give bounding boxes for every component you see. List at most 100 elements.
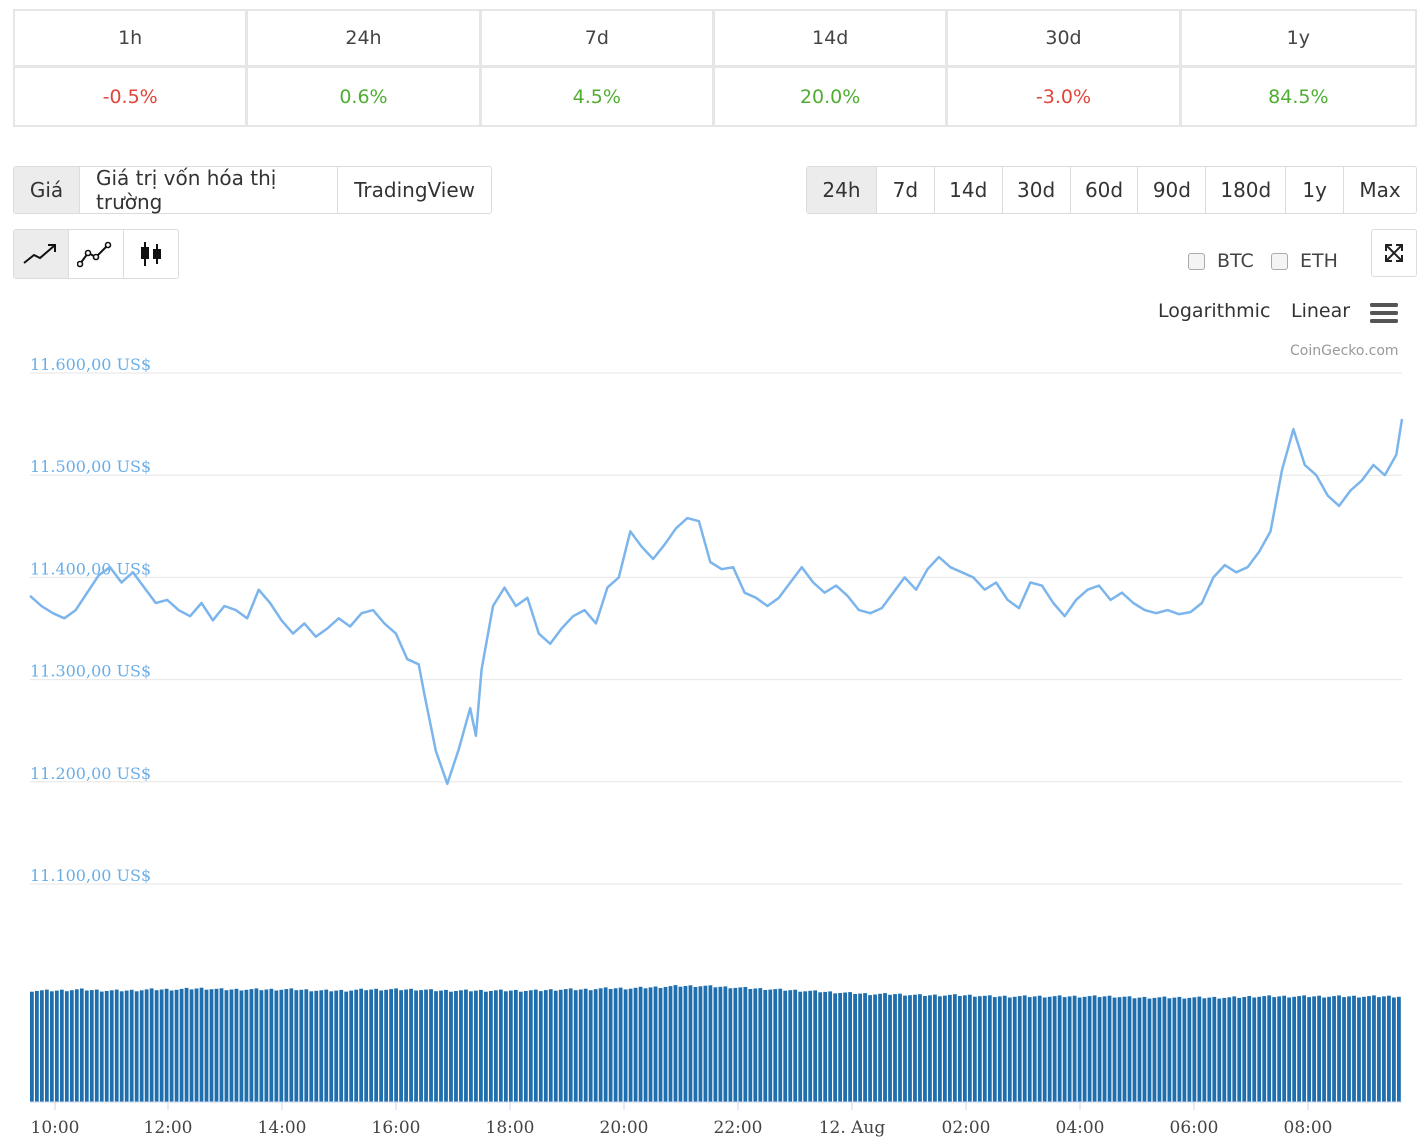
volume-bar <box>1367 996 1371 1102</box>
volume-bar <box>738 987 743 1102</box>
volume-bar <box>798 991 803 1102</box>
volume-bar <box>723 986 728 1102</box>
volume-bar <box>1107 995 1112 1102</box>
volume-bar <box>1287 997 1292 1102</box>
volume-bar <box>474 990 478 1102</box>
volume-bar <box>833 993 838 1102</box>
volume-bar <box>853 994 857 1102</box>
volume-bar <box>1322 997 1326 1102</box>
volume-bar <box>1297 996 1302 1102</box>
volume-bar <box>269 988 274 1102</box>
x-tick-label: 12. Aug <box>819 1118 886 1138</box>
volume-bar <box>489 991 493 1102</box>
volume-bar <box>1017 996 1022 1102</box>
volume-bar <box>1337 995 1341 1102</box>
volume-bar <box>1082 996 1087 1102</box>
volume-bar <box>224 990 229 1102</box>
volume-bar <box>1062 997 1067 1102</box>
volume-bar <box>883 993 887 1102</box>
volume-bar <box>1317 995 1321 1102</box>
volume-bar <box>1012 996 1017 1102</box>
x-tick-label: 20:00 <box>600 1118 649 1138</box>
volume-bar <box>533 989 538 1102</box>
volume-bar <box>753 988 758 1102</box>
volume-bar <box>1057 995 1062 1102</box>
volume-bar <box>1232 996 1237 1102</box>
volume-bar <box>773 989 778 1102</box>
volume-bar <box>1377 997 1381 1102</box>
volume-bar <box>99 991 104 1102</box>
volume-bar <box>109 990 114 1102</box>
volume-bar <box>469 991 473 1102</box>
x-tick-label: 22:00 <box>714 1118 763 1138</box>
volume-bar <box>808 990 813 1102</box>
volume-bar <box>828 991 833 1102</box>
volume-bar <box>1392 997 1396 1102</box>
volume-bar <box>668 986 673 1102</box>
volume-bar <box>374 988 379 1102</box>
volume-bar <box>1122 996 1127 1102</box>
volume-bar <box>254 988 259 1102</box>
volume-bar <box>508 990 513 1102</box>
volume-bar <box>1027 997 1032 1102</box>
volume-bar <box>229 989 234 1102</box>
volume-bar <box>379 990 384 1102</box>
volume-bar <box>39 990 44 1102</box>
volume-bar <box>389 989 393 1102</box>
volume-bar <box>628 988 633 1102</box>
volume-bar <box>409 988 413 1102</box>
volume-bar <box>1147 998 1152 1102</box>
volume-bar <box>873 994 877 1102</box>
volume-bar <box>1352 995 1356 1102</box>
volume-bar <box>972 996 977 1102</box>
volume-bar <box>818 992 823 1102</box>
volume-bar <box>279 989 284 1102</box>
volume-bar <box>563 989 568 1102</box>
volume-bar <box>1247 996 1252 1102</box>
volume-bar <box>324 989 329 1102</box>
volume-bar <box>369 989 374 1102</box>
volume-bar <box>134 991 139 1102</box>
volume-bar <box>1167 998 1172 1102</box>
volume-bar <box>548 989 553 1102</box>
volume-bar <box>588 990 593 1102</box>
volume-bar <box>1372 995 1376 1102</box>
volume-bar <box>204 989 209 1102</box>
volume-bar <box>992 997 997 1102</box>
volume-bar <box>633 987 638 1102</box>
volume-bar <box>538 991 543 1102</box>
volume-bar <box>952 994 957 1102</box>
volume-bar <box>1217 998 1222 1102</box>
volume-bar <box>1117 997 1122 1102</box>
volume-bar <box>1302 995 1307 1102</box>
volume-bar <box>1137 997 1142 1102</box>
volume-bar <box>923 996 927 1102</box>
volume-bar <box>683 986 688 1102</box>
volume-bar <box>793 989 798 1102</box>
volume-bar <box>1397 996 1401 1102</box>
volume-bar <box>1187 997 1192 1102</box>
volume-bar <box>643 988 648 1102</box>
volume-bar <box>1212 996 1217 1102</box>
x-tick-label: 06:00 <box>1170 1118 1219 1138</box>
x-tick-label: 02:00 <box>942 1118 991 1138</box>
volume-bar <box>159 989 164 1102</box>
volume-bar <box>1227 997 1232 1102</box>
volume-bar <box>1362 996 1366 1102</box>
volume-bar <box>987 995 992 1102</box>
volume-bar <box>179 988 184 1102</box>
volume-bar <box>289 988 294 1102</box>
volume-bar <box>74 989 79 1102</box>
volume-bar <box>1132 998 1137 1102</box>
volume-bar <box>214 988 219 1102</box>
volume-bar <box>1182 998 1187 1102</box>
volume-bar <box>758 988 763 1102</box>
volume-bar <box>658 988 663 1102</box>
volume-bar <box>1152 997 1157 1102</box>
volume-bar <box>943 995 947 1102</box>
volume-bar <box>868 995 872 1102</box>
volume-bar <box>399 990 403 1102</box>
volume-bar <box>568 988 573 1102</box>
volume-bar <box>888 994 892 1102</box>
volume-bar <box>284 989 289 1102</box>
